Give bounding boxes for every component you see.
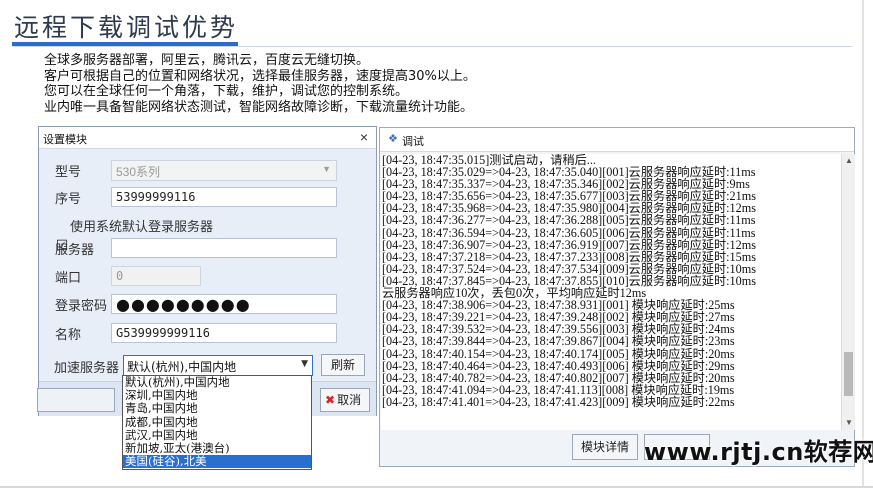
bug-icon: ❖ bbox=[388, 133, 398, 145]
accel-option[interactable]: 成都,中国内地 bbox=[123, 415, 311, 429]
chevron-down-icon: ▼ bbox=[301, 359, 308, 369]
scroll-up-icon[interactable]: ▲ bbox=[842, 154, 856, 168]
model-label: 型号 bbox=[55, 165, 82, 180]
log-line: [04-23, 18:47:36.594=>04-23, 18:47:36.60… bbox=[382, 225, 756, 240]
log-line: [04-23, 18:47:40.464=>04-23, 18:47:40.49… bbox=[382, 358, 735, 373]
use-default-server-label: 使用系统默认登录服务器 bbox=[70, 220, 214, 235]
cancel-button-label: 取消 bbox=[337, 393, 362, 407]
heading-rule bbox=[12, 46, 852, 47]
server-input[interactable] bbox=[111, 238, 337, 258]
module-detail-button[interactable]: 模块详情 bbox=[572, 434, 638, 460]
settings-dialog: 设置模块 × 型号 530系列 ▼ 序号 53999999116 ☑ 使用系统默… bbox=[37, 126, 377, 416]
accel-server-label: 加速服务器 bbox=[54, 361, 120, 376]
accel-option[interactable]: 青岛,中国内地 bbox=[123, 402, 311, 415]
log-line: [04-23, 18:47:39.844=>04-23, 18:47:39.86… bbox=[382, 334, 735, 349]
log-line: [04-23, 18:47:41.401=>04-23, 18:47:41.42… bbox=[382, 394, 735, 409]
settings-dialog-body: 型号 530系列 ▼ 序号 53999999116 ☑ 使用系统默认登录服务器 … bbox=[39, 150, 376, 380]
chevron-down-icon: ▼ bbox=[322, 164, 331, 174]
settings-dialog-title: 设置模块 bbox=[43, 134, 87, 146]
log-scrollbar[interactable]: ▲ ▼ bbox=[841, 154, 855, 430]
cancel-icon: ✖ bbox=[325, 393, 336, 407]
name-label: 名称 bbox=[55, 328, 82, 343]
port-input[interactable]: 0 bbox=[111, 266, 201, 286]
page-right-border bbox=[862, 0, 864, 488]
debug-window-titlebar[interactable]: ❖ 调试 bbox=[380, 128, 854, 152]
scroll-down-icon[interactable]: ▼ bbox=[842, 416, 856, 430]
log-line: [04-23, 18:47:40.782=>04-23, 18:47:40.80… bbox=[382, 370, 735, 385]
settings-dialog-titlebar[interactable]: 设置模块 × bbox=[39, 127, 376, 149]
ok-button[interactable] bbox=[37, 388, 115, 412]
serial-input[interactable]: 53999999116 bbox=[111, 187, 337, 207]
intro-line-3: 您可以在全球任何一个角落，下载，维护，调试您的控制系统。 bbox=[44, 84, 409, 99]
log-line: [04-23, 18:47:36.277=>04-23, 18:47:36.28… bbox=[382, 213, 756, 228]
accel-server-value: 默认(杭州),中国内地 bbox=[127, 360, 237, 374]
port-label: 端口 bbox=[55, 271, 82, 286]
intro-text: 全球多服务器部署，阿里云，腾讯云，百度云无缝切换。 客户可根据自己的位置和网络状… bbox=[44, 53, 476, 115]
debug-log[interactable]: [04-23, 18:47:35.015]测试启动，请稍后... [04-23, … bbox=[381, 154, 841, 430]
accel-server-select[interactable]: 默认(杭州),中国内地 ▼ bbox=[123, 355, 313, 376]
accel-option-highlighted[interactable]: 美国(硅谷),北美 bbox=[123, 454, 311, 469]
model-value: 530系列 bbox=[116, 165, 161, 179]
intro-line-2: 客户可根据自己的位置和网络状况，选择最佳服务器，速度提高30%以上。 bbox=[44, 68, 476, 84]
name-input[interactable]: G539999999116 bbox=[111, 323, 337, 343]
serial-label: 序号 bbox=[55, 192, 82, 207]
close-icon[interactable]: × bbox=[360, 129, 368, 145]
accel-option[interactable]: 武汉,中国内地 bbox=[123, 428, 311, 442]
password-label: 登录密码 bbox=[55, 299, 108, 314]
debug-window: ❖ 调试 [04-23, 18:47:35.015]测试启动，请稍后... [04… bbox=[379, 127, 855, 467]
watermark-text: www.rjtj.cn软荐网 bbox=[644, 438, 873, 466]
scrollbar-thumb[interactable] bbox=[844, 352, 853, 396]
log-line: [04-23, 18:47:40.154=>04-23, 18:47:40.17… bbox=[382, 346, 735, 361]
password-input[interactable]: ●●●●●●●●● bbox=[111, 294, 337, 314]
debug-window-title: 调试 bbox=[402, 136, 424, 148]
log-line: [04-23, 18:47:36.907=>04-23, 18:47:36.91… bbox=[382, 237, 756, 252]
server-label: 服务器 bbox=[55, 243, 95, 258]
model-select[interactable]: 530系列 ▼ bbox=[111, 160, 337, 181]
refresh-button[interactable]: 刷新 bbox=[321, 354, 365, 376]
intro-line-4: 业内唯一具备智能网络状态测试，智能网络故障诊断，下载流量统计功能。 bbox=[44, 99, 474, 115]
page-bottom-border bbox=[0, 486, 873, 488]
accel-server-dropdown: 默认(杭州),中国内地 深圳,中国内地 青岛,中国内地 成都,中国内地 武汉,中… bbox=[122, 375, 312, 470]
intro-line-1: 全球多服务器部署，阿里云，腾讯云，百度云无缝切换。 bbox=[44, 53, 370, 68]
section-heading: 远程下载调试优势 bbox=[14, 13, 239, 42]
cancel-button[interactable]: ✖ 取消 bbox=[320, 388, 370, 412]
